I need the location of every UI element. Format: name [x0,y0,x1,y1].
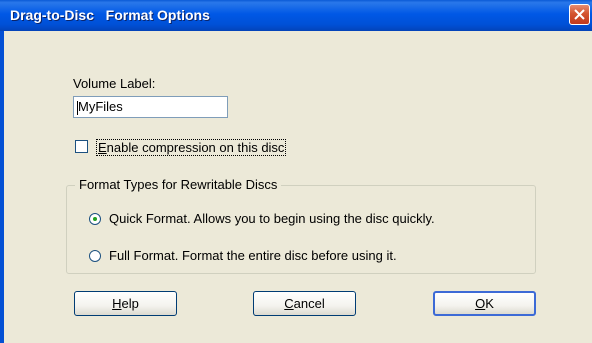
compression-checkbox[interactable] [75,140,88,153]
ok-label: K [485,296,494,311]
format-types-legend: Format Types for Rewritable Discs [75,177,282,192]
full-format-label[interactable]: Full Format. Format the entire disc befo… [109,248,397,263]
compression-checkbox-label[interactable]: Enable compression on this disc [96,139,287,156]
cancel-label: ancel [293,296,325,311]
full-format-radio[interactable] [89,250,101,262]
volume-label-caption: Volume Label: [73,76,156,91]
help-label: elp [121,296,139,311]
compression-label-mnemonic: E [98,140,107,155]
quick-format-radio[interactable] [89,213,101,225]
help-button[interactable]: Help [74,291,177,316]
ok-button[interactable]: OK [433,291,536,316]
cancel-mnemonic: C [284,296,294,311]
close-button[interactable] [569,4,590,25]
close-icon [574,9,585,20]
cancel-button[interactable]: Cancel [253,291,356,316]
volume-label-input[interactable]: MyFiles [73,96,228,118]
ok-mnemonic: O [475,296,486,311]
window-border [0,31,4,343]
quick-format-label[interactable]: Quick Format. Allows you to begin using … [109,211,435,226]
compression-label-text: nable compression on this disc [106,140,285,155]
volume-label-value: MyFiles [78,99,123,114]
window-title: Drag-to-Disc Format Options [10,7,210,23]
help-mnemonic: H [112,296,122,311]
title-bar[interactable]: Drag-to-Disc Format Options [0,0,592,31]
radio-selected-dot [93,217,97,221]
